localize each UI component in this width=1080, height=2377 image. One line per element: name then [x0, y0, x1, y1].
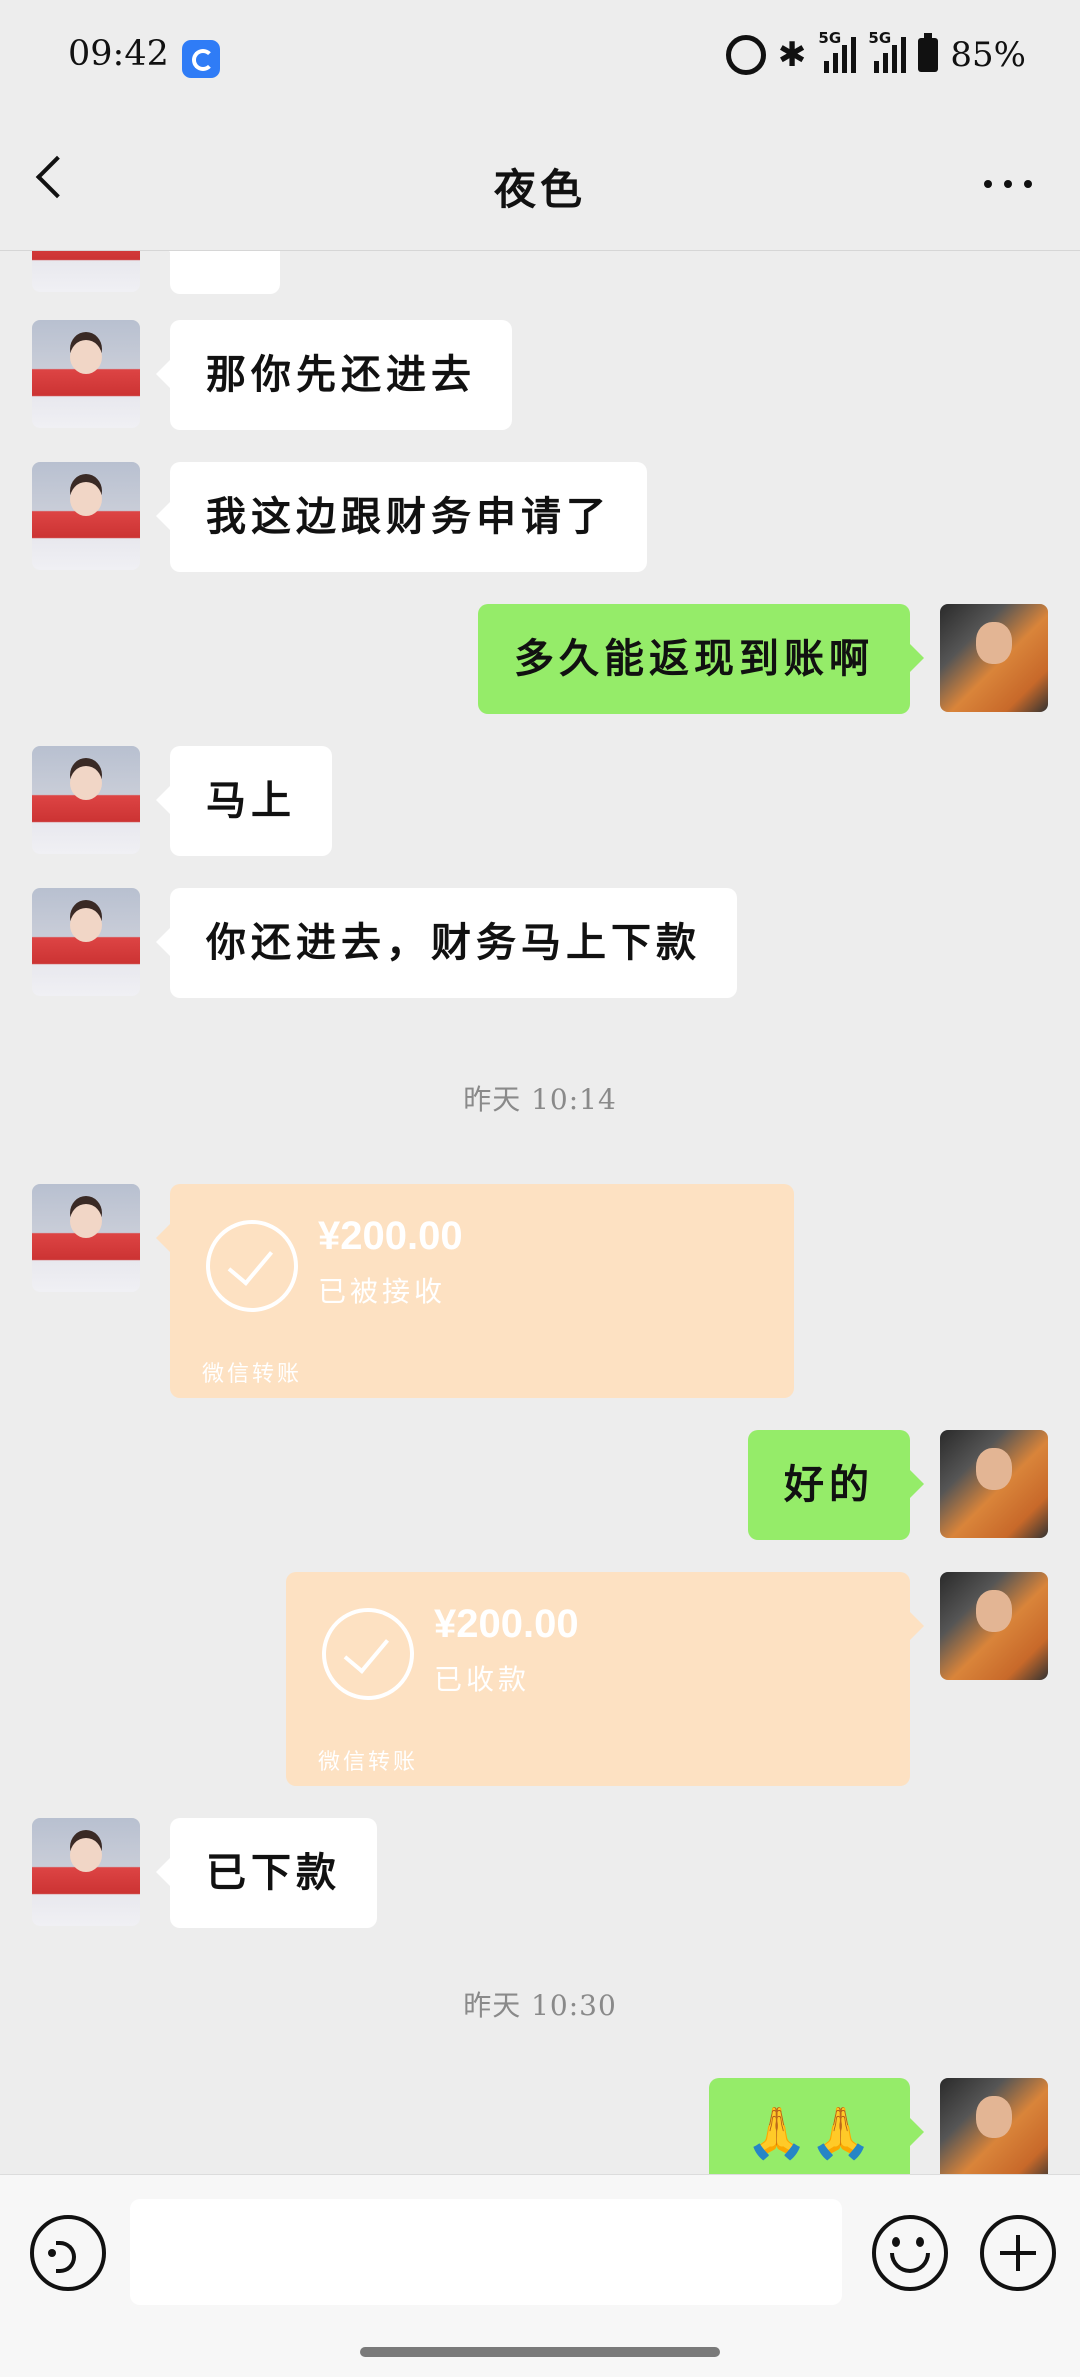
transfer-amount: ¥200.00 — [318, 1214, 463, 1258]
message-bubble[interactable]: 🙏🙏 — [709, 2078, 924, 2174]
status-time: 09:42 — [68, 34, 169, 74]
chat-title: 夜色 — [493, 165, 586, 214]
message-input[interactable] — [130, 2199, 842, 2305]
contact-avatar[interactable] — [32, 250, 140, 292]
message-bubble[interactable]: 我这边跟财务申请了 — [156, 462, 647, 572]
transfer-label: 微信转账 — [202, 1362, 303, 1387]
contact-avatar[interactable] — [32, 746, 140, 854]
battery-percent: 85% — [950, 35, 1026, 75]
transfer-label: 微信转账 — [318, 1750, 419, 1775]
contact-avatar[interactable] — [32, 888, 140, 996]
user-avatar[interactable] — [940, 1430, 1048, 1538]
transfer-card[interactable]: ¥200.00 已收款 微信转账 — [286, 1572, 924, 1786]
app-notification-icon — [182, 40, 220, 78]
status-bar: 09:42 ✱ 5G 5G 85% — [0, 0, 1080, 120]
bluetooth-icon: ✱ — [777, 35, 807, 75]
ellipsis-icon[interactable] — [984, 180, 1032, 188]
message-bubble[interactable] — [156, 250, 280, 294]
message-bubble[interactable]: 已下款 — [156, 1818, 377, 1928]
transfer-status: 已被接收 — [318, 1275, 447, 1308]
plus-icon[interactable] — [980, 2215, 1056, 2291]
checkmark-circle-icon — [322, 1608, 414, 1700]
home-indicator[interactable] — [360, 2347, 720, 2357]
chat-list[interactable]: 那你先还进去 我这边跟财务申请了 多久能返现到账啊 马上 你还进去，财务马上下款… — [0, 250, 1080, 2174]
signal-icon-2: 5G — [868, 29, 907, 73]
contact-avatar[interactable] — [32, 320, 140, 428]
message-bubble[interactable]: 多久能返现到账啊 — [478, 604, 924, 714]
transfer-status: 已收款 — [434, 1663, 531, 1696]
transfer-card[interactable]: ¥200.00 已被接收 微信转账 — [156, 1184, 794, 1398]
status-icons: ✱ 5G 5G 85% — [725, 29, 1026, 80]
timestamp: 昨天 10:30 — [463, 1989, 617, 2022]
message-bubble[interactable]: 马上 — [156, 746, 332, 856]
timestamp: 昨天 10:14 — [463, 1083, 617, 1116]
contact-avatar[interactable] — [32, 462, 140, 570]
transfer-amount: ¥200.00 — [434, 1602, 579, 1646]
contact-avatar[interactable] — [32, 1184, 140, 1292]
user-avatar[interactable] — [940, 2078, 1048, 2174]
voice-icon[interactable] — [30, 2215, 106, 2291]
emoji-icon[interactable] — [872, 2215, 948, 2291]
alarm-icon — [725, 35, 766, 75]
signal-icon: 5G — [818, 29, 857, 73]
user-avatar[interactable] — [940, 1572, 1048, 1680]
checkmark-circle-icon — [206, 1220, 298, 1312]
battery-icon — [918, 33, 939, 72]
user-avatar[interactable] — [940, 604, 1048, 712]
input-bar — [0, 2174, 1080, 2377]
contact-avatar[interactable] — [32, 1818, 140, 1926]
message-bubble[interactable]: 好的 — [748, 1430, 924, 1540]
message-bubble[interactable]: 你还进去，财务马上下款 — [156, 888, 737, 998]
chat-header: 夜色 — [0, 120, 1080, 251]
message-bubble[interactable]: 那你先还进去 — [156, 320, 512, 430]
